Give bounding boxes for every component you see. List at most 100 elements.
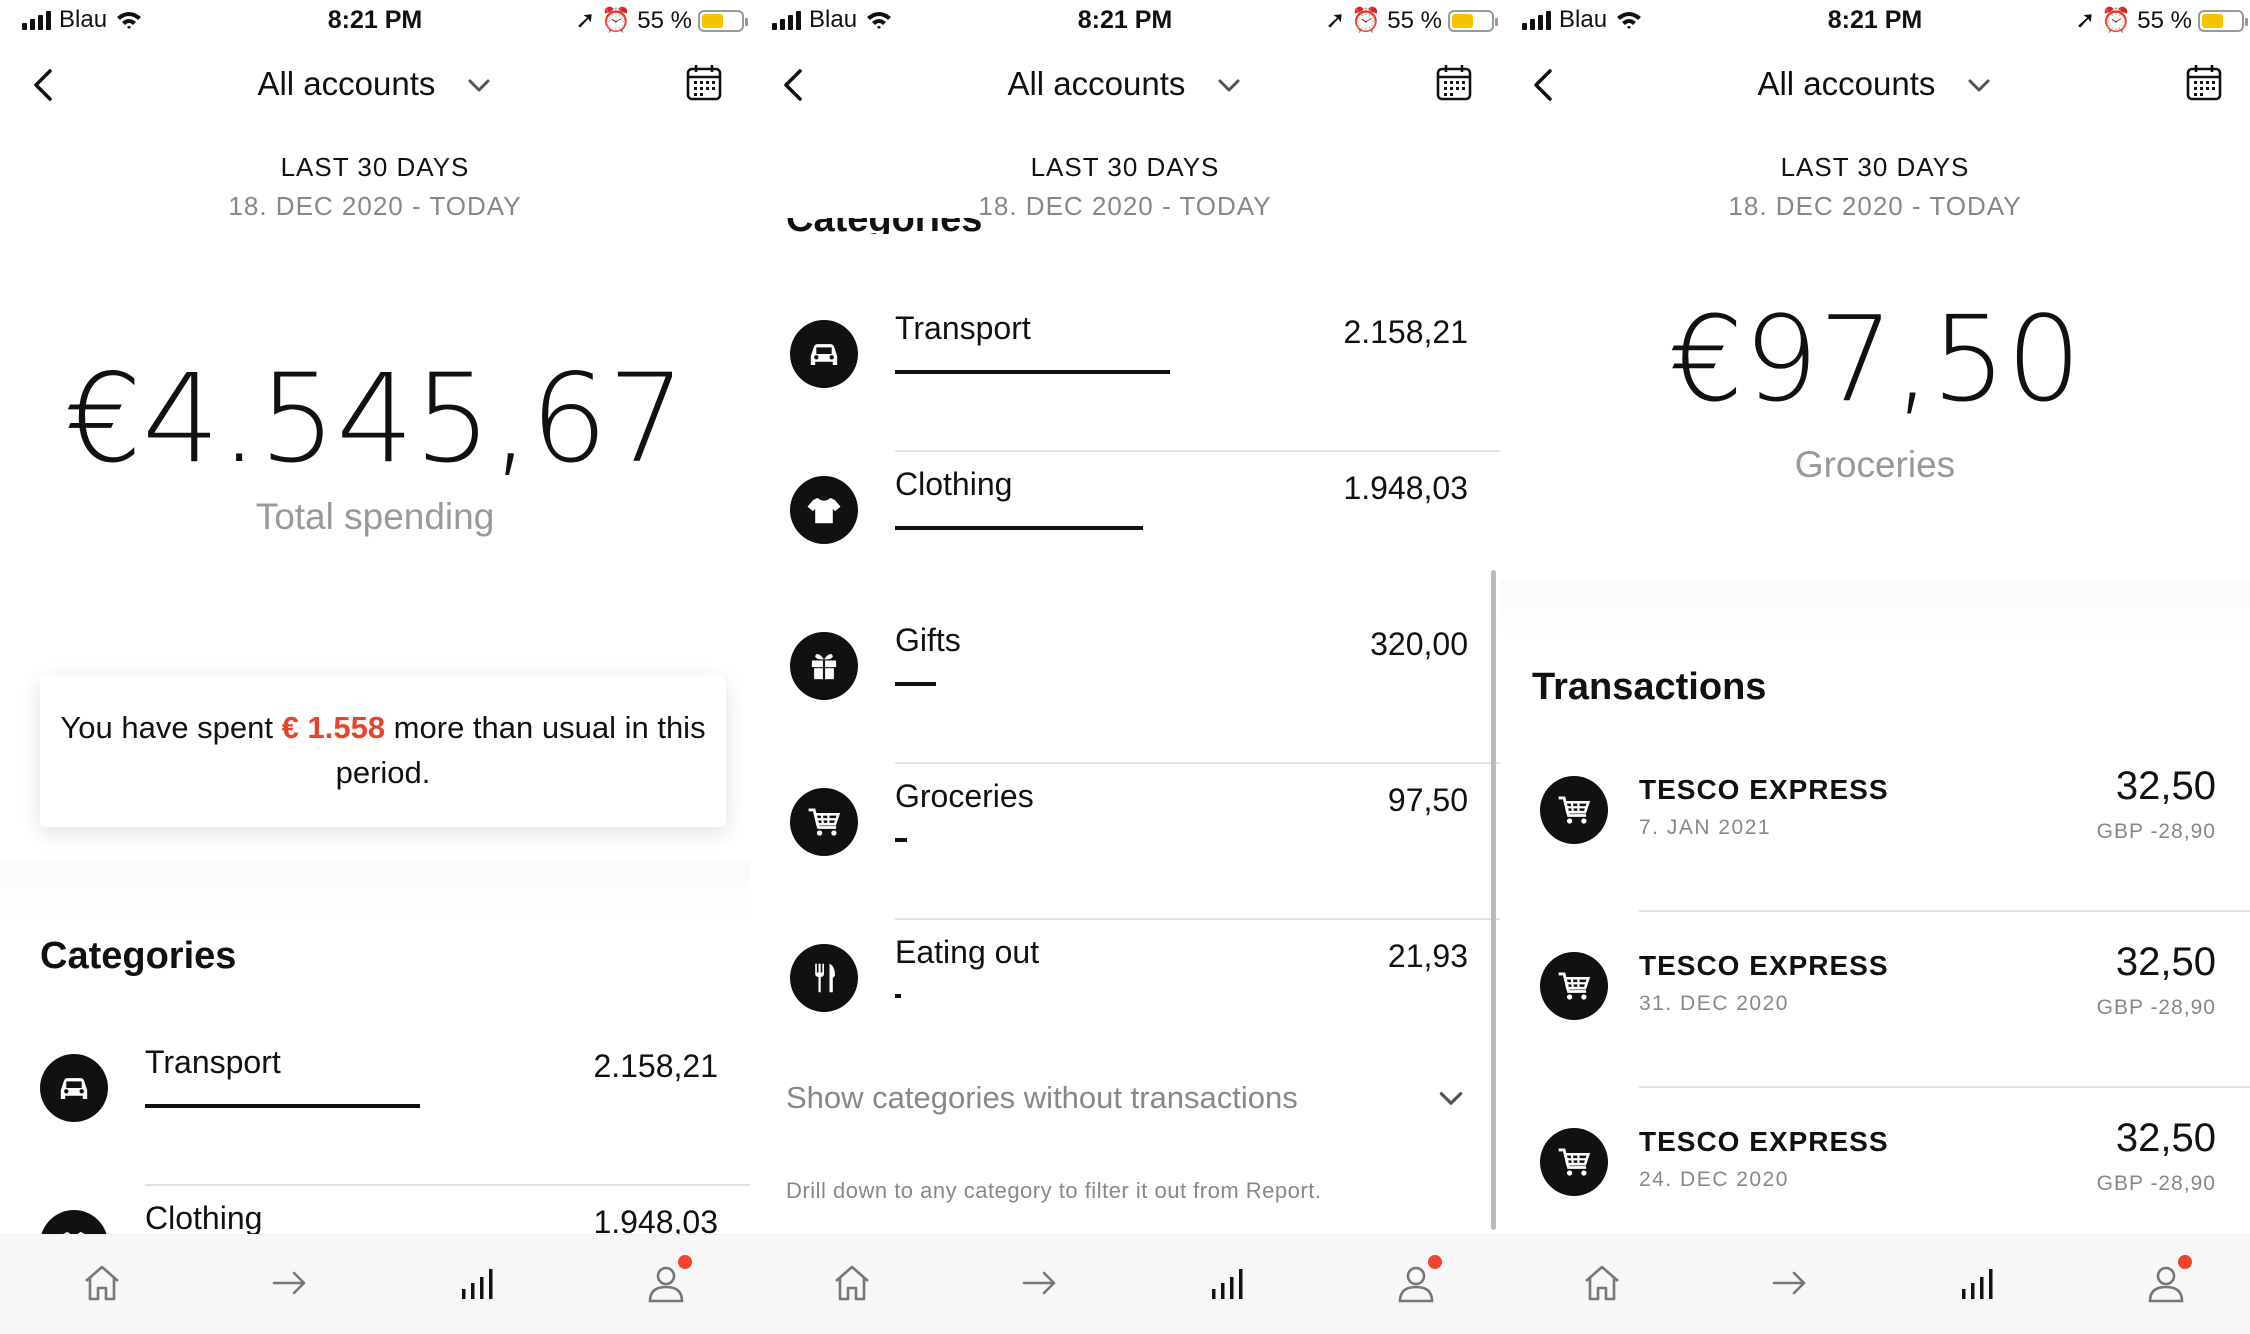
category-bar (895, 682, 936, 686)
category-bar (895, 526, 1143, 530)
tab-report[interactable] (1206, 1261, 1250, 1305)
transaction-date: 31. DEC 2020 (1639, 992, 1789, 1015)
tab-transfer[interactable] (1768, 1261, 1812, 1305)
transaction-date: 24. DEC 2020 (1639, 1168, 1789, 1191)
scrollbar[interactable] (1491, 570, 1496, 1230)
category-row-clothing[interactable]: Clothing 1.948,03 (750, 452, 1500, 608)
notification-badge (1428, 1255, 1442, 1269)
tab-profile[interactable] (2144, 1255, 2192, 1305)
tab-transfer[interactable] (268, 1261, 312, 1305)
total-caption: Total spending (255, 496, 495, 537)
category-name: Clothing (145, 1200, 263, 1236)
battery-fill (1452, 13, 1473, 28)
status-bar: Blau 8:21 PM ➚ ⏰ 55 % (1500, 0, 2250, 40)
category-value: 2.158,21 (1343, 314, 1468, 350)
period-header: LAST 30 DAYS 18. DEC 2020 - TODAY (1500, 152, 2250, 222)
tab-transfer[interactable] (1018, 1261, 1062, 1305)
tab-report[interactable] (456, 1261, 500, 1305)
home-icon (1580, 1261, 1624, 1305)
cart-icon (1540, 952, 1608, 1020)
account-selector[interactable]: All accounts (1500, 65, 2250, 103)
cart-icon (1540, 776, 1608, 844)
amount-value: 97,50 (1743, 290, 2082, 428)
transaction-row[interactable]: TESCO EXPRESS 7. JAN 2021 32,50 GBP -28,… (1500, 736, 2250, 912)
fork-knife-icon (790, 944, 858, 1012)
category-bar (895, 994, 901, 998)
tab-home[interactable] (1580, 1261, 1624, 1305)
screen-total-spending: Blau 8:21 PM ➚ ⏰ 55 % All accounts LAST … (0, 0, 750, 1334)
drill-down-hint: Drill down to any category to filter it … (786, 1178, 1322, 1203)
tab-home[interactable] (80, 1261, 124, 1305)
category-row-groceries[interactable]: Groceries 97,50 (750, 764, 1500, 920)
gift-icon (790, 632, 858, 700)
report-bars-icon (1206, 1261, 1250, 1305)
chevron-down-icon (465, 72, 493, 100)
category-row-eating-out[interactable]: Eating out 21,93 (750, 920, 1500, 1076)
category-row-gifts[interactable]: Gifts 320,00 (750, 608, 1500, 764)
battery-percent: 55 % (1387, 6, 1442, 34)
tab-report[interactable] (1956, 1261, 2000, 1305)
categories-title-clipped: Categories (750, 218, 1500, 234)
category-name: Clothing (895, 466, 1013, 502)
location-icon: ➚ (1325, 7, 1346, 34)
category-name: Transport (895, 310, 1031, 346)
category-name: Transport (145, 1044, 281, 1080)
transfer-arrow-icon (1018, 1261, 1062, 1305)
status-bar: Blau 8:21 PM ➚ ⏰ 55 % (750, 0, 1500, 40)
transactions-title: Transactions (1532, 666, 1767, 708)
tab-bar (1500, 1234, 2250, 1334)
category-name: Eating out (895, 934, 1040, 970)
transfer-arrow-icon (1768, 1261, 1812, 1305)
merchant-name: TESCO EXPRESS (1639, 950, 1889, 981)
report-bars-icon (1956, 1261, 2000, 1305)
alarm-icon: ⏰ (601, 7, 632, 34)
foreign-amount: GBP -28,90 (2096, 1172, 2216, 1195)
car-icon (40, 1054, 108, 1122)
calendar-icon[interactable] (1436, 63, 1472, 101)
notice-suffix: more than usual in this period. (335, 710, 706, 790)
calendar-icon[interactable] (686, 63, 722, 101)
tab-home[interactable] (830, 1261, 874, 1305)
home-icon (80, 1261, 124, 1305)
location-icon: ➚ (575, 7, 596, 34)
currency-symbol: € (64, 348, 143, 490)
calendar-icon[interactable] (2186, 63, 2222, 101)
show-categories-toggle[interactable]: Show categories without transactions (786, 1080, 1466, 1116)
categories-title: Categories (786, 218, 982, 234)
transaction-row[interactable]: TESCO EXPRESS 31. DEC 2020 32,50 GBP -28… (1500, 912, 2250, 1088)
nav-bar: All accounts (0, 55, 750, 115)
account-selector-label: All accounts (1007, 65, 1186, 102)
account-selector[interactable]: All accounts (750, 65, 1500, 103)
transaction-amount: 32,50 (2115, 940, 2216, 984)
screen-groceries: Blau 8:21 PM ➚ ⏰ 55 % All accounts LAST … (1500, 0, 2250, 1334)
transaction-date: 7. JAN 2021 (1639, 816, 1772, 839)
category-name: Groceries (895, 778, 1034, 814)
period-label: LAST 30 DAYS (1780, 152, 1970, 182)
category-caption: Groceries (1794, 444, 1956, 485)
category-row-transport[interactable]: Transport 2.158,21 (0, 1030, 750, 1186)
notice-highlight: € 1.558 (281, 710, 386, 745)
notification-badge (2178, 1255, 2192, 1269)
location-icon: ➚ (2075, 7, 2096, 34)
chevron-down-icon (1436, 1084, 1466, 1114)
period-header: LAST 30 DAYS 18. DEC 2020 - TODAY (750, 152, 1500, 222)
battery-fill (2202, 13, 2223, 28)
account-selector-label: All accounts (257, 65, 436, 102)
tshirt-icon (790, 476, 858, 544)
tab-profile[interactable] (1394, 1255, 1442, 1305)
account-selector[interactable]: All accounts (0, 65, 750, 103)
alarm-icon: ⏰ (1351, 7, 1382, 34)
merchant-name: TESCO EXPRESS (1639, 774, 1889, 805)
tab-profile[interactable] (644, 1255, 692, 1305)
chevron-down-icon (1215, 72, 1243, 100)
category-row-transport[interactable]: Transport 2.158,21 (750, 296, 1500, 452)
battery-percent: 55 % (2137, 6, 2192, 34)
battery-icon (1448, 9, 1498, 32)
section-divider (0, 860, 750, 920)
transfer-arrow-icon (268, 1261, 312, 1305)
category-value: 97,50 (1387, 782, 1468, 818)
account-selector-label: All accounts (1757, 65, 1936, 102)
merchant-name: TESCO EXPRESS (1639, 1126, 1889, 1157)
amount-value: 4.545,67 (142, 348, 686, 490)
car-icon (790, 320, 858, 388)
